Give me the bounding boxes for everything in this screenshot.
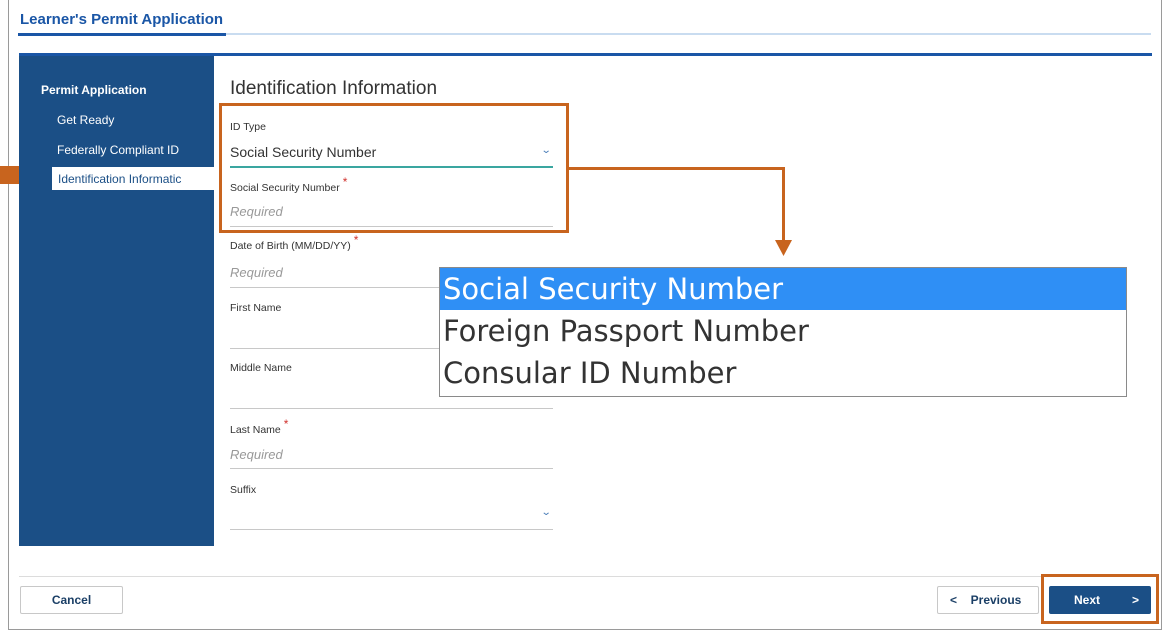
- sidebar-item-identification-information[interactable]: Identification Informatic: [52, 167, 214, 190]
- dob-label: Date of Birth (MM/DD/YY) *: [230, 233, 358, 252]
- last-name-label-text: Last Name: [230, 424, 281, 436]
- first-name-label: First Name: [230, 302, 282, 314]
- footer-divider: [19, 576, 1152, 577]
- sidebar-item-federally-compliant-id[interactable]: Federally Compliant ID: [57, 143, 179, 157]
- previous-button[interactable]: < Previous: [937, 586, 1039, 614]
- title-rule: [226, 33, 1151, 35]
- sidebar: Permit Application Get Ready Federally C…: [19, 56, 214, 546]
- dob-input[interactable]: Required: [230, 265, 283, 280]
- middle-name-underline: [230, 408, 553, 409]
- last-name-input[interactable]: Required: [230, 447, 283, 462]
- section-title: Identification Information: [230, 78, 438, 99]
- suffix-underline: [230, 529, 553, 530]
- cancel-button[interactable]: Cancel: [20, 586, 123, 614]
- sidebar-heading: Permit Application: [41, 83, 147, 97]
- suffix-label: Suffix: [230, 484, 257, 496]
- callout-connector-vertical: [782, 167, 785, 242]
- app-title: Learner's Permit Application: [20, 11, 224, 28]
- last-name-label: Last Name *: [230, 417, 288, 436]
- chevron-left-icon: <: [950, 593, 958, 607]
- callout-connector-horizontal: [569, 167, 784, 170]
- id-type-dropdown-list: Social Security Number Foreign Passport …: [439, 267, 1127, 397]
- chevron-down-icon[interactable]: ⌄: [541, 507, 552, 518]
- required-asterisk: *: [353, 233, 359, 247]
- callout-highlight-next: [1041, 574, 1159, 624]
- callout-highlight-id-fields: [219, 103, 569, 233]
- cancel-label: Cancel: [51, 593, 92, 607]
- previous-label: Previous: [970, 593, 1022, 607]
- callout-arrow-down: [775, 240, 792, 256]
- dob-label-text: Date of Birth (MM/DD/YY): [230, 240, 351, 252]
- sidebar-item-get-ready[interactable]: Get Ready: [57, 113, 114, 127]
- dropdown-option-foreign-passport[interactable]: Foreign Passport Number: [440, 310, 1126, 352]
- last-name-underline: [230, 468, 553, 469]
- dropdown-option-consular-id[interactable]: Consular ID Number: [440, 352, 1126, 394]
- dropdown-option-ssn[interactable]: Social Security Number: [440, 268, 1126, 310]
- required-asterisk: *: [283, 417, 289, 431]
- middle-name-label: Middle Name: [230, 362, 292, 374]
- title-underline: [18, 33, 226, 36]
